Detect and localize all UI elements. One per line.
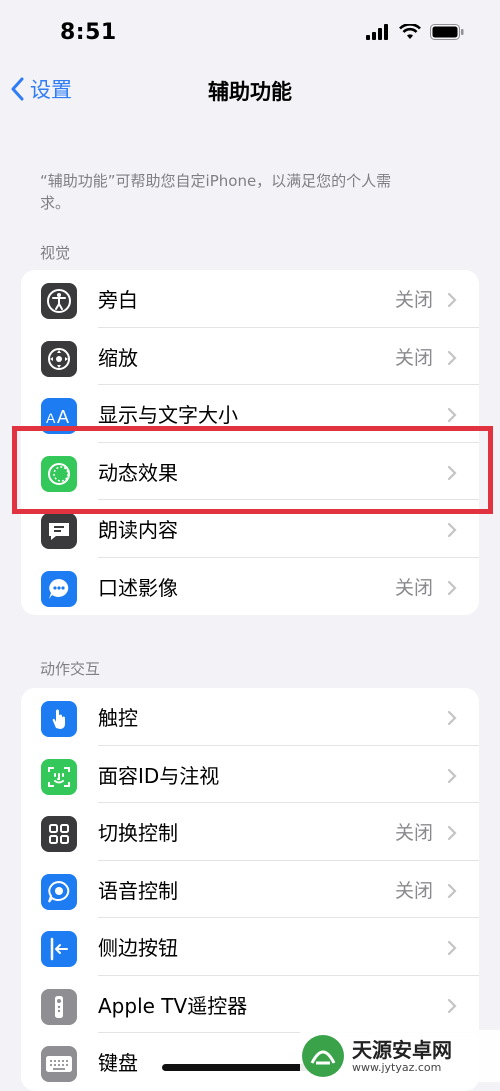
chevron-right-icon	[447, 710, 457, 726]
status-time: 8:51	[60, 20, 117, 45]
watermark: 天源安卓网 www.jytyaz.com	[300, 1030, 500, 1082]
list-item-label: Apple TV遥控器	[98, 993, 248, 1018]
chevron-right-icon	[447, 292, 457, 308]
list-item-side-button[interactable]: 侧边按钮	[21, 918, 479, 976]
touch-icon	[41, 701, 77, 737]
watermark-name: 天源安卓网	[352, 1037, 452, 1062]
apple-tv-remote-icon	[41, 988, 77, 1025]
chevron-right-icon	[447, 998, 457, 1013]
chevron-right-icon	[447, 883, 457, 898]
home-indicator[interactable]	[162, 1064, 312, 1071]
list-item-value: 关闭	[394, 879, 433, 902]
chevron-right-icon	[447, 940, 457, 956]
wifi-icon	[399, 24, 421, 39]
list-item-voiceover[interactable]: 旁白 关闭	[21, 270, 479, 328]
spoken-content-icon	[41, 513, 77, 549]
list-item-label: 语音控制	[98, 878, 178, 903]
chevron-right-icon	[447, 580, 457, 595]
list-item-label: 键盘	[98, 1051, 138, 1076]
battery-icon	[430, 24, 464, 40]
intro-description: “辅助功能”可帮助您自定iPhone，以满足您的个人需求。	[40, 172, 392, 212]
list-item-label: 切换控制	[98, 821, 178, 846]
list-item-face-id-attention[interactable]: 面容ID与注视	[21, 746, 479, 803]
list-item-label: 旁白	[98, 288, 138, 313]
chevron-right-icon	[447, 768, 457, 783]
section-header-interaction: 动作交互	[40, 660, 101, 678]
list-item-switch-control[interactable]: 切换控制 关闭	[21, 803, 479, 861]
list-item-label: 朗读内容	[98, 518, 178, 543]
list-item-label: 触控	[98, 706, 138, 731]
list-item-touch[interactable]: 触控	[21, 688, 479, 746]
chevron-right-icon	[447, 522, 457, 538]
zoom-icon	[41, 340, 77, 377]
chevron-right-icon	[447, 350, 457, 365]
list-item-apple-tv-remote[interactable]: Apple TV遥控器	[21, 976, 479, 1033]
list-item-zoom[interactable]: 缩放 关闭	[21, 328, 479, 385]
list-item-label: 侧边按钮	[98, 936, 178, 961]
list-item-value: 关闭	[394, 576, 433, 599]
chevron-right-icon	[447, 407, 457, 423]
cellular-signal-icon	[366, 24, 388, 40]
list-item-value: 关闭	[394, 289, 433, 312]
watermark-url: www.jytyaz.com	[352, 1060, 442, 1074]
list-item-label: 显示与文字大小	[98, 403, 238, 428]
list-item-value: 关闭	[394, 346, 433, 369]
list-item-value: 关闭	[394, 822, 433, 845]
status-icons	[366, 24, 464, 40]
section-header-vision: 视觉	[40, 244, 71, 262]
voiceover-icon	[41, 283, 77, 319]
highlight-box	[12, 426, 493, 514]
keyboard-icon	[41, 1046, 77, 1082]
audio-description-icon	[41, 570, 77, 607]
status-bar: 8:51	[0, 0, 500, 66]
chevron-right-icon	[447, 825, 457, 841]
face-id-icon	[41, 758, 77, 795]
page-title: 辅助功能	[208, 80, 292, 104]
navigation-bar: 设置 辅助功能	[0, 66, 500, 114]
list-item-label: 口述影像	[98, 575, 178, 600]
list-item-label: 面容ID与注视	[98, 763, 220, 788]
list-item-audio-descriptions[interactable]: 口述影像 关闭	[21, 558, 479, 616]
list-item-label: 缩放	[98, 345, 138, 370]
watermark-logo-icon	[302, 1035, 344, 1077]
svg-text:A: A	[46, 410, 56, 426]
list-item-voice-control[interactable]: 语音控制 关闭	[21, 861, 479, 918]
voice-control-icon	[41, 873, 77, 910]
svg-text:A: A	[57, 407, 69, 426]
side-button-icon	[41, 931, 77, 967]
switch-control-icon	[41, 816, 77, 852]
